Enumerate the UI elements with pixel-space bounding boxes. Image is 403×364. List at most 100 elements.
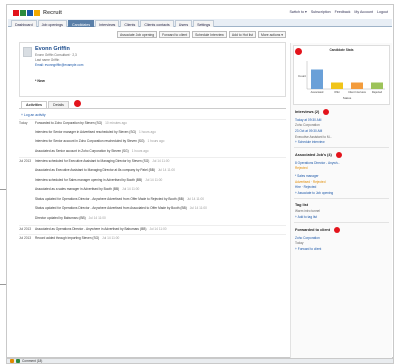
activity-row: Status updated for Operations Director -… <box>19 196 286 206</box>
activity-text[interactable]: Interview scheduled for Executive Assist… <box>35 159 169 163</box>
activity-time: 1 hours ago <box>139 129 156 134</box>
candidate-email[interactable]: Email: evonngriffin@example.com <box>35 63 83 67</box>
annotation-marker <box>335 151 342 158</box>
activity-row: Interview for Senior manager in Advertis… <box>19 129 286 139</box>
tab-users[interactable]: Users <box>174 20 193 27</box>
top-link[interactable]: My Account <box>354 10 373 14</box>
add-tag-link[interactable]: + Add to tag list <box>291 214 392 220</box>
comment-count[interactable]: Comment (18) <box>22 359 42 363</box>
annotation-marker <box>295 48 302 55</box>
activity-row: Status updated for Operations Director -… <box>19 205 286 215</box>
tab-details[interactable]: Details <box>47 101 69 108</box>
schedule-interview-link[interactable]: + Schedule interview <box>291 139 392 145</box>
activity-text[interactable]: Associated as Operations Director - Anyw… <box>35 227 167 231</box>
activity-description: Associated as a sales manager in Adverti… <box>35 187 120 192</box>
activity-text[interactable]: Status updated for Operations Director -… <box>35 206 207 210</box>
activity-text[interactable]: Interview for Senior account in Zoho Cor… <box>35 139 164 143</box>
activity-text[interactable]: Record added through importing Steven (S… <box>35 236 119 240</box>
activity-text[interactable]: Interview scheduled for Sales manager op… <box>35 178 162 182</box>
tab-dashboard[interactable]: Dashboard <box>11 20 37 27</box>
activity-description: Director updated by Babumaru (BB) <box>35 215 86 220</box>
app-name: Recruit <box>43 10 62 16</box>
activity-text[interactable]: Forwarded to Zoho Corporation by Steven … <box>35 121 127 125</box>
interviews-title: Interviews (2) <box>291 107 392 117</box>
activity-description: Status updated for Operations Director -… <box>35 196 184 201</box>
top-link[interactable]: Logout <box>377 10 388 14</box>
associate-job-link[interactable]: + Associate to Job opening <box>291 190 392 196</box>
tab-client-contacts[interactable]: Clients contacts <box>140 20 174 27</box>
activity-row: Interview for Senior account in Zoho Cor… <box>19 138 286 148</box>
chart-category-label: Client Interview <box>348 90 366 94</box>
activity-description: Associated as Senior account in Zoho Cor… <box>35 148 129 153</box>
candidate-meta: Evonn Griffin Consultant · 2,3 <box>35 53 77 57</box>
activity-time: 1 hours ago <box>147 139 165 144</box>
tab-interviews[interactable]: Interviews <box>95 20 120 27</box>
tab-candidates[interactable]: Candidates <box>67 20 95 27</box>
activity-text[interactable]: Associated as Executive Assistant to Man… <box>35 168 175 172</box>
chart-bar <box>331 82 343 89</box>
activity-row: Jul 2013 Record added through importing S… <box>19 234 286 244</box>
associate-job-button[interactable]: Associate Job opening <box>116 31 158 38</box>
chart-bar <box>311 69 323 89</box>
annotation-marker <box>323 109 330 115</box>
activity-row: Director updated by Babumaru (BB) Jul 14 … <box>19 215 286 225</box>
logo-square <box>13 10 19 16</box>
forward-client-link[interactable]: + Forward to client <box>291 246 392 252</box>
divider <box>294 146 389 148</box>
top-link[interactable]: Switch to ▾ <box>289 10 306 14</box>
activity-text[interactable]: Associated as a sales manager in Adverti… <box>35 187 139 191</box>
chart-bar <box>351 82 363 89</box>
tab-settings[interactable]: Settings <box>193 20 215 27</box>
activity-description: Record added through importing Steven (S… <box>35 236 100 241</box>
activity-text[interactable]: Status updated for Operations Director -… <box>35 197 204 201</box>
activity-text[interactable]: Director updated by Babumaru (BB) Jul 14 … <box>35 216 106 220</box>
y-axis-label: Count <box>298 74 306 78</box>
logo-square <box>27 10 33 16</box>
activity-time: 10 minutes ago <box>105 121 127 125</box>
top-link[interactable]: Subscription <box>311 10 331 14</box>
activity-description: Associated as Operations Director - Anyw… <box>35 226 147 231</box>
more-actions-button[interactable]: More actions ▾ <box>257 31 286 38</box>
forward-client-button[interactable]: Forward to client <box>159 31 191 38</box>
chart-category-label: Offer <box>334 90 340 94</box>
tab-activities[interactable]: Activities <box>21 101 47 108</box>
activity-text[interactable]: Associated as Senior account in Zoho Cor… <box>35 149 149 153</box>
chart-svg: Count Associated Offer Client Interview Reje… <box>298 61 385 100</box>
schedule-interview-button[interactable]: Schedule Interview <box>192 31 227 38</box>
top-link[interactable]: Feedback <box>335 10 351 14</box>
activity-time: Jul 14 11:00 <box>189 206 207 211</box>
activity-row: Associated as a sales manager in Adverti… <box>19 186 286 196</box>
candidate-main: Associate Job opening Forward to client … <box>19 31 286 361</box>
activity-date: Jul 2013 <box>19 236 32 241</box>
add-hotlist-button[interactable]: Add to Hot list <box>228 31 256 38</box>
tab-clients[interactable]: Clients <box>120 20 140 27</box>
activity-description: Forwarded to Zoho Corporation by Steven … <box>35 121 103 125</box>
activity-description: Interview for Senior account in Zoho Cor… <box>35 139 145 144</box>
annotation-marker <box>334 226 341 233</box>
activity-time: Jul 14 11:00 <box>152 159 170 164</box>
chat-icon[interactable] <box>16 359 20 363</box>
activity-description: Associated as Executive Assistant to Man… <box>35 167 155 172</box>
log-activity-link[interactable]: + Log an activity <box>19 111 286 119</box>
associated-item: Rejected <box>295 166 308 171</box>
logo-square <box>20 10 26 16</box>
activity-time: Jul 14 11:00 <box>186 196 205 201</box>
activity-time: 1 hours ago <box>131 148 149 153</box>
activity-row: Jul 2013 Interview scheduled for Executiv… <box>19 157 286 167</box>
associated-title: Associated Job's (4) <box>291 150 392 160</box>
header: Recruit Switch to ▾ Subscription Feedbac… <box>8 6 392 19</box>
activity-date: Today <box>19 121 28 125</box>
activity-time: Jul 14 11:00 <box>88 215 106 220</box>
activity-description: Interview for Senior manager in Advertis… <box>35 129 136 134</box>
candidate-name: Evonn Griffin <box>35 46 70 52</box>
activity-row: Jul 2013 Associated as Operations Directo… <box>19 224 286 235</box>
main-tabs: Dashboard Job openings Candidates Interv… <box>8 19 392 27</box>
activity-text[interactable]: Interview for Senior manager in Advertis… <box>35 130 156 134</box>
tag-title: Tag list <box>295 202 309 207</box>
activity-time: Jul 14 11:00 <box>149 226 167 231</box>
x-axis-label: Status <box>343 96 352 100</box>
chart-category-label: Associated <box>311 90 324 94</box>
activity-description: Status updated for Operations Director -… <box>35 206 187 211</box>
tab-job-openings[interactable]: Job openings <box>37 20 67 27</box>
activity-time: Jul 14 11:00 <box>157 167 176 172</box>
